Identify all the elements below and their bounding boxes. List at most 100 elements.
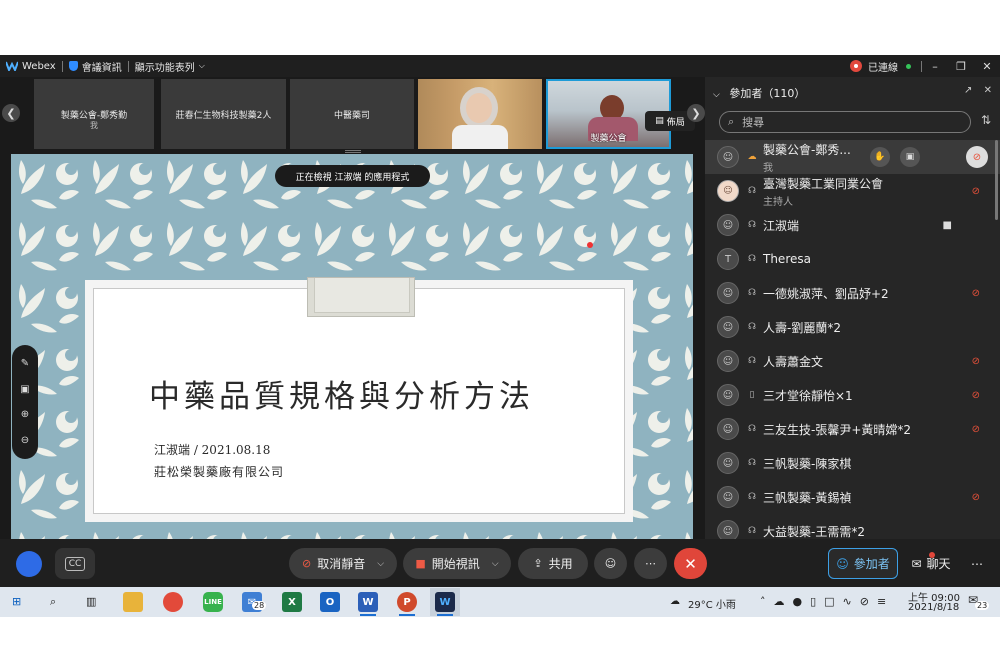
video-tile[interactable]: 製藥公會-鄭秀勤 我	[34, 79, 154, 149]
tile-name: 莊春仁生物科技製藥2人	[175, 111, 272, 121]
webex-assistant-icon[interactable]	[16, 551, 42, 577]
list-item[interactable]: ☺ ☊ 江淑端 ■	[705, 208, 1000, 242]
recording-icon[interactable]	[850, 60, 862, 72]
powerpoint-icon[interactable]: P	[397, 592, 417, 612]
participant-role: 主持人	[763, 196, 793, 208]
popout-icon[interactable]: ↗	[964, 85, 972, 96]
running-indicator	[399, 614, 415, 616]
person-icon: ☺	[717, 214, 739, 236]
participants-panel: ⌵ 參加者（110） ↗ ✕ ⌕ 搜尋 ⇅ ☺ ☁ 製藥公會-鄭秀... 我 ✋…	[705, 77, 1000, 542]
weather-text[interactable]: 29°C 小雨	[688, 596, 736, 611]
panel-header[interactable]: ⌵ 參加者（110）	[713, 85, 805, 101]
webex-logo-icon	[6, 61, 18, 71]
strip-prev-icon[interactable]: ❮	[2, 104, 20, 122]
share-button[interactable]: ⇪ 共用	[518, 548, 588, 579]
person-icon: ☺	[717, 418, 739, 440]
raise-hand-icon[interactable]: ✋	[870, 147, 890, 167]
chrome-icon[interactable]	[163, 592, 183, 612]
strip-next-icon[interactable]: ❯	[687, 104, 705, 122]
list-item[interactable]: ☺ ☊ 一德姚淑萍、劉品妤+2 ⊘	[705, 276, 1000, 310]
line-icon[interactable]: LINE	[203, 592, 223, 612]
person-icon: ☺	[717, 486, 739, 508]
excel-icon[interactable]: X	[282, 592, 302, 612]
headset-icon: ☊	[748, 458, 756, 468]
list-item[interactable]: ☺ ☊ 三帆製藥-陳家棋	[705, 446, 1000, 480]
task-view-icon[interactable]: ▥	[86, 595, 96, 608]
meeting-info-label: 會議資訊	[81, 62, 122, 74]
fit-icon[interactable]: ▣	[20, 384, 29, 395]
list-item[interactable]: ☺ ☊ 人壽蕭金文 ⊘	[705, 344, 1000, 378]
feature-menu-button[interactable]: 顯示功能表列 ⌵	[129, 55, 211, 77]
list-item[interactable]: ☺ ▯ 三才堂徐靜怡×1 ⊘	[705, 378, 1000, 412]
title-bar-right: 已連線 – ❐ ✕	[850, 55, 1000, 77]
close-icon[interactable]: ✕	[974, 60, 1000, 73]
chat-icon: ✉	[911, 556, 922, 571]
person-icon: ☺	[717, 452, 739, 474]
person-icon: ☺	[717, 282, 739, 304]
participant-name: 江淑端	[763, 218, 800, 233]
system-tray-icons[interactable]: ˄☁●▯□∿⊘≡	[760, 595, 894, 608]
list-item[interactable]: ☺ ☊ 人壽-劉麗蘭*2	[705, 310, 1000, 344]
webex-window: Webex 會議資訊 顯示功能表列 ⌵ 已連線 – ❐ ✕ ❮ 製藥公會-鄭秀勤…	[0, 55, 1000, 587]
panel-more-button[interactable]: ⋯	[962, 548, 992, 579]
close-panel-icon[interactable]: ✕	[984, 85, 992, 96]
sort-icon[interactable]: ⇅	[981, 113, 991, 127]
mic-muted-icon[interactable]: ⊘	[966, 146, 988, 168]
tile-sub: 我	[90, 121, 98, 130]
zoom-in-icon[interactable]: ⊕	[21, 409, 29, 420]
start-video-button[interactable]: ■ 開始視訊 ⌵	[403, 548, 511, 579]
leave-meeting-button[interactable]: ✕	[674, 548, 707, 579]
person-icon: ☺	[717, 384, 739, 406]
webex-logo-group[interactable]: Webex	[0, 55, 62, 77]
reactions-button[interactable]: ☺	[594, 548, 627, 579]
mail-badge: 28	[252, 601, 267, 610]
search-icon[interactable]: ⌕	[50, 595, 56, 609]
webex-taskbar-icon[interactable]: W	[435, 592, 455, 612]
video-tile[interactable]: 莊春仁生物科技製藥2人	[161, 79, 286, 149]
participants-tab[interactable]: ☺ 參加者	[828, 548, 898, 579]
list-item[interactable]: ☺ ☁ 製藥公會-鄭秀... 我 ✋ ▣ ⊘	[705, 140, 1000, 174]
weather-icon: ☁	[670, 596, 680, 607]
headset-icon: ☊	[748, 356, 756, 366]
unmute-button[interactable]: ⊘ 取消靜音 ⌵	[289, 548, 397, 579]
participant-list-scrollbar[interactable]	[995, 140, 998, 220]
resize-handle[interactable]	[345, 150, 361, 153]
more-icon: ⋯	[645, 557, 656, 570]
zoom-out-icon[interactable]: ⊖	[21, 435, 29, 446]
layout-label: 佈局	[666, 117, 685, 128]
word-icon[interactable]: W	[358, 592, 378, 612]
annotate-icon[interactable]: ✎	[21, 358, 29, 369]
restore-icon[interactable]: ❐	[948, 60, 974, 73]
more-options-button[interactable]: ⋯	[634, 548, 667, 579]
windows-start-icon[interactable]: ⊞	[12, 595, 21, 608]
list-item[interactable]: ☺ ☊ 三帆製藥-黃錫禎 ⊘	[705, 480, 1000, 514]
participant-face	[466, 93, 492, 123]
video-tile[interactable]: 中醫藥司	[290, 79, 414, 149]
running-indicator	[437, 614, 453, 616]
mic-muted-icon: ⊘	[971, 185, 980, 197]
list-item[interactable]: T ☊ Theresa	[705, 242, 1000, 276]
slide-tape-decoration	[307, 277, 415, 317]
video-tile-camera[interactable]	[418, 79, 542, 149]
running-indicator	[360, 614, 376, 616]
taskbar-date[interactable]: 2021/8/18	[908, 602, 959, 613]
chevron-down-icon[interactable]: ⌵	[492, 559, 499, 569]
participant-name: 製藥公會-鄭秀...	[763, 142, 851, 157]
search-icon: ⌕	[728, 115, 735, 128]
participant-name: 三友生技-張馨尹+黃晴嫦*2	[763, 422, 912, 437]
chevron-down-icon[interactable]: ⌵	[377, 559, 384, 569]
participant-search-input[interactable]: ⌕ 搜尋	[719, 111, 971, 133]
participant-name: 三帆製藥-陳家棋	[763, 456, 852, 471]
list-item[interactable]: ☺ ☊ 臺灣製藥工業同業公會 主持人 ⊘	[705, 174, 1000, 208]
outlook-icon[interactable]: O	[320, 592, 340, 612]
close-icon: ✕	[684, 554, 697, 573]
list-item[interactable]: ☺ ☊ 三友生技-張馨尹+黃晴嫦*2 ⊘	[705, 412, 1000, 446]
closed-captions-button[interactable]: CC	[55, 548, 95, 579]
minimize-icon[interactable]: –	[922, 60, 948, 73]
meeting-info-button[interactable]: 會議資訊	[63, 55, 128, 77]
person-icon: ☺	[717, 316, 739, 338]
camera-icon[interactable]: ▣	[900, 147, 920, 167]
participant-name: 三才堂徐靜怡×1	[763, 388, 853, 403]
file-explorer-icon[interactable]	[123, 592, 143, 612]
chevron-down-icon: ⌵	[198, 61, 205, 70]
